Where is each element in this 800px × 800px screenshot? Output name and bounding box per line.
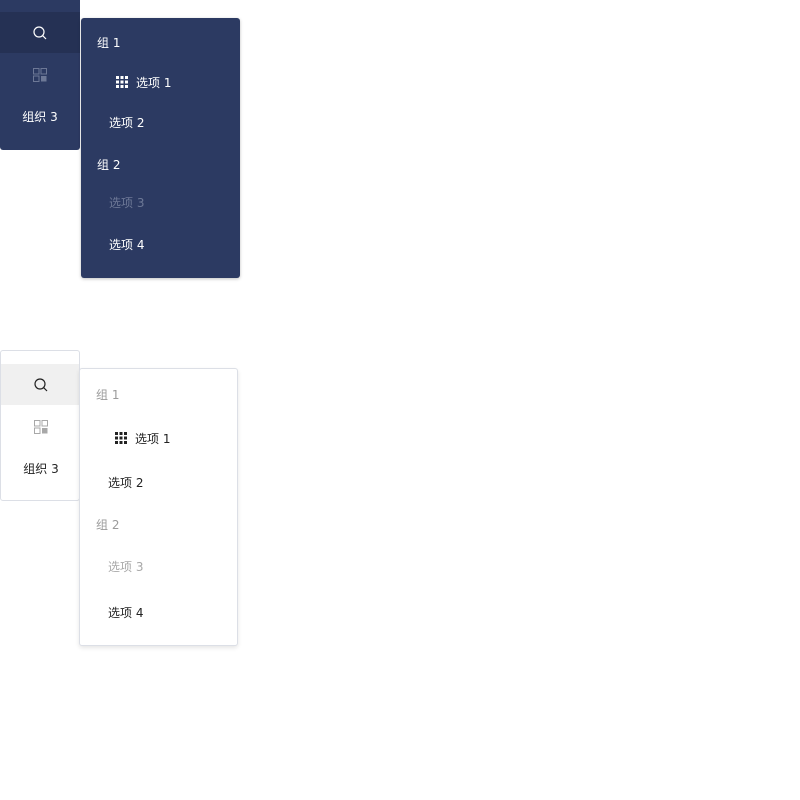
rail-item-org[interactable]: 组织 3 [0,96,80,137]
menu-option-2[interactable]: 选项 2 [81,112,240,132]
collapsed-rail: 组织 3 [0,0,80,150]
app-grid-icon [33,67,47,82]
menu-option-2[interactable]: 选项 2 [80,472,237,492]
menu-option-1[interactable]: 选项 1 [81,72,240,92]
app-grid-icon [34,419,48,434]
rail-item-app[interactable] [1,406,79,447]
group-title-1: 组 1 [96,387,120,402]
grid-icon [116,76,128,88]
group-title-1: 组 1 [97,35,121,50]
rail-org-label: 组织 3 [23,462,59,476]
submenu-popup: 组 1 选项 1 选项 2 组 2 选项 3 选项 4 [79,368,238,646]
rail-item-app[interactable] [0,54,80,95]
menu-option-4[interactable]: 选项 4 [81,234,240,254]
grid-icon [115,432,127,444]
rail-org-label: 组织 3 [22,110,58,124]
menu-option-3-disabled: 选项 3 [109,195,145,210]
group-title-2: 组 2 [96,517,120,532]
rail-item-search[interactable] [0,12,80,53]
group-title-2: 组 2 [97,157,121,172]
menu-option-label: 选项 1 [135,431,171,446]
menu-option-label: 选项 1 [136,75,172,90]
menu-option-3-disabled: 选项 3 [108,559,144,574]
menu-option-4[interactable]: 选项 4 [80,602,237,622]
search-icon [34,377,48,392]
menu-option-1[interactable]: 选项 1 [80,428,237,448]
submenu-popup: 组 1 选项 1 选项 2 组 2 选项 3 选项 4 [81,18,240,278]
search-icon [33,25,47,40]
collapsed-rail: 组织 3 [0,350,80,501]
rail-item-search[interactable] [1,364,79,405]
rail-item-org[interactable]: 组织 3 [1,448,79,489]
